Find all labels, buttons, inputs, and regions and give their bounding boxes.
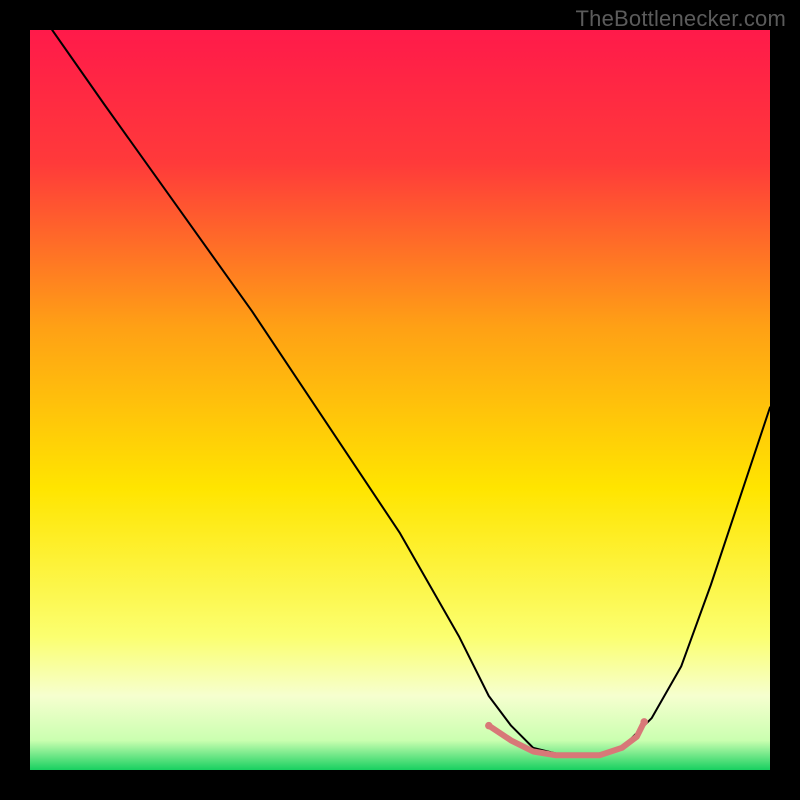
- chart-background: [30, 30, 770, 770]
- series-marker-dot: [485, 722, 493, 730]
- series-marker-dot: [640, 718, 648, 726]
- chart-plot-area: [30, 30, 770, 770]
- watermark-text: TheBottlenecker.com: [576, 6, 786, 32]
- chart-frame: TheBottlenecker.com: [0, 0, 800, 800]
- chart-svg: [30, 30, 770, 770]
